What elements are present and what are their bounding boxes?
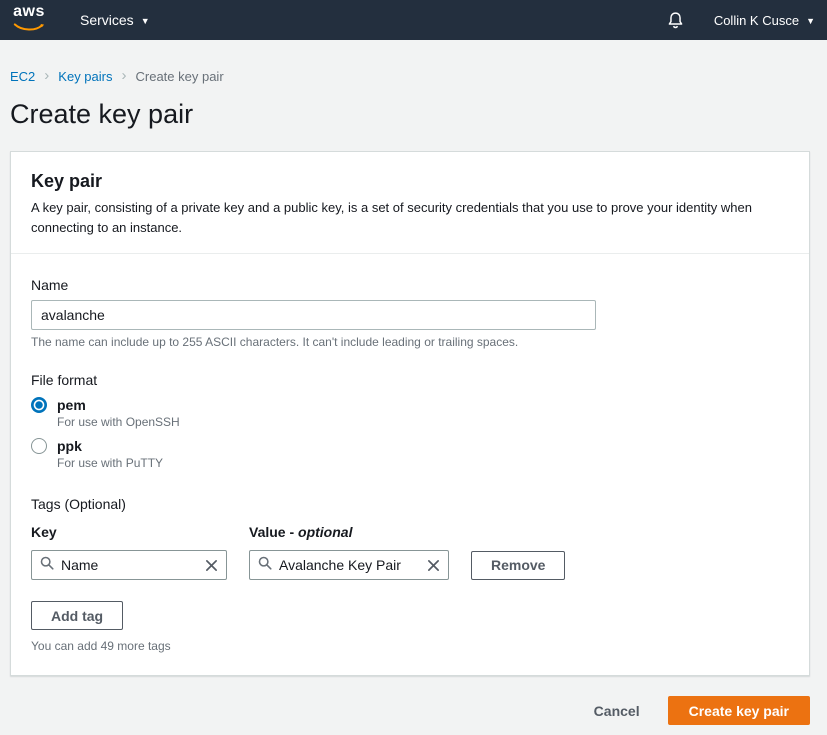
- tag-value-header: Value - optional: [249, 524, 352, 540]
- services-label: Services: [80, 12, 134, 28]
- card-header: Key pair A key pair, consisting of a pri…: [11, 152, 809, 253]
- radio-selected-icon[interactable]: [31, 397, 47, 413]
- file-format-group: File format pem For use with OpenSSH ppk…: [31, 372, 789, 470]
- breadcrumb-key-pairs-link[interactable]: Key pairs: [58, 69, 112, 84]
- file-format-option-pem: pem For use with OpenSSH: [31, 397, 789, 429]
- caret-down-icon: ▼: [806, 17, 815, 26]
- chevron-right-icon: ›: [122, 68, 127, 83]
- breadcrumb-ec2-link[interactable]: EC2: [10, 69, 35, 84]
- breadcrumb: EC2 › Key pairs › Create key pair: [10, 69, 817, 84]
- cancel-button[interactable]: Cancel: [594, 703, 640, 719]
- tag-key-input[interactable]: [61, 557, 205, 573]
- user-name: Collin K Cusce: [714, 13, 799, 28]
- tag-key-header: Key: [31, 524, 249, 540]
- aws-logo-text: aws: [13, 4, 45, 20]
- pem-radio-description: For use with OpenSSH: [57, 415, 789, 429]
- services-menu[interactable]: Services ▼: [80, 12, 150, 28]
- footer-actions: Cancel Create key pair: [10, 696, 810, 725]
- card-title: Key pair: [31, 171, 789, 192]
- tag-value-input-box: [249, 550, 449, 580]
- ppk-radio[interactable]: ppk: [31, 438, 789, 454]
- clear-value-icon[interactable]: [427, 559, 440, 572]
- chevron-right-icon: ›: [44, 68, 49, 83]
- file-format-label: File format: [31, 372, 789, 388]
- card-description: A key pair, consisting of a private key …: [31, 198, 789, 238]
- top-navigation-bar: aws Services ▼ Collin K Cusce ▼: [0, 0, 827, 40]
- user-menu[interactable]: Collin K Cusce ▼: [714, 13, 815, 28]
- aws-smile-icon: [13, 20, 45, 36]
- tag-row: Remove: [31, 550, 789, 580]
- key-pair-form-card: Key pair A key pair, consisting of a pri…: [10, 151, 810, 676]
- breadcrumb-current: Create key pair: [136, 69, 224, 84]
- card-body: Name The name can include up to 255 ASCI…: [11, 254, 809, 675]
- ppk-radio-label: ppk: [57, 438, 82, 454]
- search-icon: [258, 556, 272, 575]
- ppk-radio-description: For use with PuTTY: [57, 456, 789, 470]
- tags-section: Tags (Optional) Key Value - optional: [31, 496, 789, 653]
- name-helper-text: The name can include up to 255 ASCII cha…: [31, 335, 789, 349]
- aws-logo[interactable]: aws: [13, 4, 45, 36]
- tag-column-headers: Key Value - optional: [31, 524, 789, 540]
- create-key-pair-button[interactable]: Create key pair: [668, 696, 810, 725]
- name-input[interactable]: [31, 300, 596, 330]
- caret-down-icon: ▼: [141, 17, 150, 26]
- search-icon: [40, 556, 54, 575]
- add-tag-button[interactable]: Add tag: [31, 601, 123, 630]
- tag-key-input-box: [31, 550, 227, 580]
- tags-remaining-text: You can add 49 more tags: [31, 639, 789, 653]
- clear-key-icon[interactable]: [205, 559, 218, 572]
- name-field-group: Name The name can include up to 255 ASCI…: [31, 277, 789, 349]
- tag-value-optional-label: optional: [298, 524, 352, 540]
- name-label: Name: [31, 277, 789, 293]
- pem-radio-label: pem: [57, 397, 86, 413]
- notifications-bell-icon[interactable]: [667, 11, 684, 30]
- pem-radio[interactable]: pem: [31, 397, 789, 413]
- page-title: Create key pair: [10, 99, 817, 130]
- tag-value-input[interactable]: [279, 557, 427, 573]
- tags-label: Tags (Optional): [31, 496, 789, 512]
- file-format-option-ppk: ppk For use with PuTTY: [31, 438, 789, 470]
- radio-unselected-icon[interactable]: [31, 438, 47, 454]
- remove-tag-button[interactable]: Remove: [471, 551, 565, 580]
